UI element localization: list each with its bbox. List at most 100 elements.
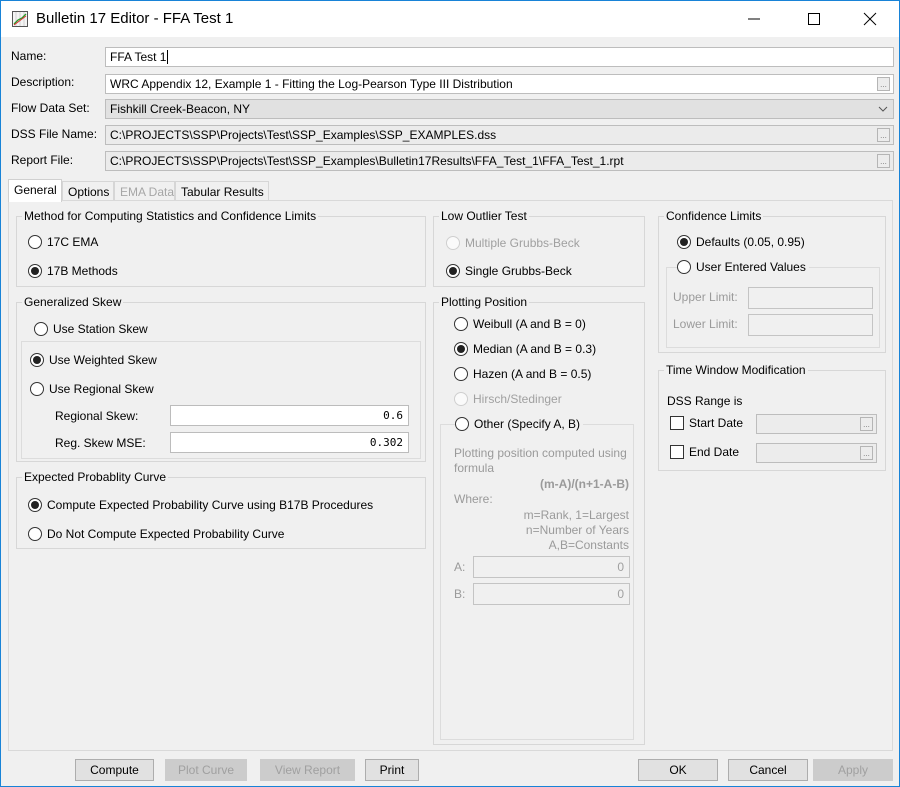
- lower-limit-label: Lower Limit:: [673, 317, 738, 331]
- regional-skew-label: Regional Skew:: [55, 409, 139, 423]
- radio-use-regional-skew[interactable]: Use Regional Skew: [30, 382, 154, 396]
- user-entered-subgroup: User Entered Values Upper Limit: Lower L…: [666, 260, 880, 348]
- tab-ema-data: EMA Data: [114, 181, 175, 201]
- bulletin17-editor-window: Bulletin 17 Editor - FFA Test 1 Name: FF…: [0, 0, 900, 787]
- description-input[interactable]: WRC Appendix 12, Example 1 - Fitting the…: [105, 74, 894, 94]
- radio-use-station-skew[interactable]: Use Station Skew: [34, 322, 148, 336]
- plotting-desc-line1: Plotting position computed using: [454, 446, 627, 460]
- radio-label: Use Weighted Skew: [49, 353, 157, 367]
- method-group: Method for Computing Statistics and Conf…: [16, 209, 426, 287]
- radio-indicator: [446, 264, 460, 278]
- checkbox-indicator: [670, 416, 684, 430]
- a-label: A:: [454, 560, 466, 574]
- radio-indicator: [28, 264, 42, 278]
- plotting-def-years: n=Number of Years: [525, 523, 629, 537]
- minimize-icon: [748, 18, 760, 20]
- maximize-icon: [808, 13, 820, 25]
- minimize-button[interactable]: [731, 1, 777, 37]
- radio-confidence-defaults[interactable]: Defaults (0.05, 0.95): [677, 235, 805, 249]
- report-file-browse-button[interactable]: ...: [877, 154, 890, 168]
- ok-button[interactable]: OK: [638, 759, 718, 781]
- radio-label: Hirsch/Stedinger: [473, 392, 562, 406]
- radio-label: Do Not Compute Expected Probability Curv…: [47, 527, 285, 541]
- checkbox-label: Start Date: [689, 416, 744, 430]
- confidence-limits-title: Confidence Limits: [664, 209, 764, 223]
- radio-do-not-compute-expected-probability[interactable]: Do Not Compute Expected Probability Curv…: [28, 527, 284, 541]
- plotting-position-title: Plotting Position: [439, 295, 530, 309]
- print-button[interactable]: Print: [365, 759, 419, 781]
- radio-indicator: [454, 317, 468, 331]
- cancel-button[interactable]: Cancel: [728, 759, 808, 781]
- compute-button[interactable]: Compute: [75, 759, 154, 781]
- dss-file-input[interactable]: C:\PROJECTS\SSP\Projects\Test\SSP_Exampl…: [105, 125, 894, 145]
- radio-single-grubbs-beck[interactable]: Single Grubbs-Beck: [446, 264, 572, 278]
- plot-curve-button: Plot Curve: [165, 759, 247, 781]
- end-date-checkbox[interactable]: End Date: [670, 445, 739, 459]
- other-plotting-subgroup: Other (Specify A, B) Plotting position c…: [440, 417, 634, 740]
- name-input[interactable]: FFA Test 1: [105, 47, 894, 67]
- plotting-def-rank: m=Rank, 1=Largest: [523, 508, 629, 522]
- close-icon: [863, 12, 877, 26]
- tab-general[interactable]: General: [8, 179, 62, 202]
- radio-label: Compute Expected Probability Curve using…: [47, 498, 374, 512]
- dss-file-browse-button[interactable]: ...: [877, 128, 890, 142]
- reg-skew-mse-label: Reg. Skew MSE:: [55, 436, 146, 450]
- radio-multiple-grubbs-beck: Multiple Grubbs-Beck: [446, 236, 580, 250]
- tab-tabular-results[interactable]: Tabular Results: [175, 181, 269, 201]
- close-button[interactable]: [847, 1, 893, 37]
- radio-hazen[interactable]: Hazen (A and B = 0.5): [454, 367, 591, 381]
- weighted-regional-subgroup: Use Weighted Skew Use Regional Skew Regi…: [21, 341, 421, 459]
- reg-skew-mse-input[interactable]: 0.302: [170, 432, 409, 453]
- report-file-label: Report File:: [11, 153, 74, 167]
- radio-label: Multiple Grubbs-Beck: [465, 236, 580, 250]
- plotting-def-constants: A,B=Constants: [548, 538, 629, 552]
- generalized-skew-group: Generalized Skew Use Station Skew Use We…: [16, 295, 426, 462]
- radio-indicator: [446, 236, 460, 250]
- radio-indicator: [30, 382, 44, 396]
- dss-file-label: DSS File Name:: [11, 127, 98, 141]
- radio-label: 17B Methods: [47, 264, 118, 278]
- plotting-where: Where:: [454, 492, 493, 506]
- radio-indicator: [30, 353, 44, 367]
- radio-17b-methods[interactable]: 17B Methods: [28, 264, 118, 278]
- tab-options[interactable]: Options: [62, 181, 114, 201]
- lower-limit-input: [748, 314, 873, 336]
- radio-use-weighted-skew[interactable]: Use Weighted Skew: [30, 353, 157, 367]
- window-title: Bulletin 17 Editor - FFA Test 1: [36, 10, 234, 27]
- radio-label: Defaults (0.05, 0.95): [696, 235, 805, 249]
- plotting-desc-line2: formula: [454, 461, 495, 475]
- description-label: Description:: [11, 75, 75, 89]
- radio-median[interactable]: Median (A and B = 0.3): [454, 342, 596, 356]
- end-date-input: ...: [756, 443, 877, 463]
- radio-compute-expected-probability[interactable]: Compute Expected Probability Curve using…: [28, 498, 373, 512]
- radio-indicator: [677, 235, 691, 249]
- low-outlier-test-group: Low Outlier Test Multiple Grubbs-Beck Si…: [433, 209, 645, 287]
- radio-17c-ema[interactable]: 17C EMA: [28, 235, 98, 249]
- radio-indicator: [454, 392, 468, 406]
- name-value: FFA Test 1: [110, 50, 167, 64]
- start-date-input: ...: [756, 414, 877, 434]
- report-file-input[interactable]: C:\PROJECTS\SSP\Projects\Test\SSP_Exampl…: [105, 151, 894, 171]
- text-cursor: [167, 50, 169, 64]
- radio-label: Use Regional Skew: [49, 382, 154, 396]
- flow-data-set-value: Fishkill Creek-Beacon, NY: [110, 102, 251, 116]
- chevron-down-icon: [878, 106, 888, 112]
- dss-range-label: DSS Range is: [667, 394, 743, 408]
- radio-weibull[interactable]: Weibull (A and B = 0): [454, 317, 586, 331]
- start-date-browse-button: ...: [860, 417, 873, 431]
- radio-indicator: [454, 342, 468, 356]
- start-date-checkbox[interactable]: Start Date: [670, 416, 743, 430]
- generalized-skew-title: Generalized Skew: [22, 295, 124, 309]
- radio-label: Hazen (A and B = 0.5): [473, 367, 592, 381]
- radio-other-specify-ab[interactable]: Other (Specify A, B): [455, 417, 584, 431]
- b-label: B:: [454, 587, 466, 601]
- flow-data-set-select[interactable]: Fishkill Creek-Beacon, NY: [105, 99, 894, 119]
- method-group-title: Method for Computing Statistics and Conf…: [22, 209, 319, 223]
- flow-data-set-label: Flow Data Set:: [11, 101, 90, 115]
- maximize-button[interactable]: [791, 1, 837, 37]
- description-browse-button[interactable]: ...: [877, 77, 890, 91]
- regional-skew-input[interactable]: 0.6: [170, 405, 409, 426]
- radio-user-entered-values[interactable]: User Entered Values: [677, 260, 809, 274]
- radio-label: User Entered Values: [696, 260, 806, 274]
- expected-probability-title: Expected Probablity Curve: [22, 470, 169, 484]
